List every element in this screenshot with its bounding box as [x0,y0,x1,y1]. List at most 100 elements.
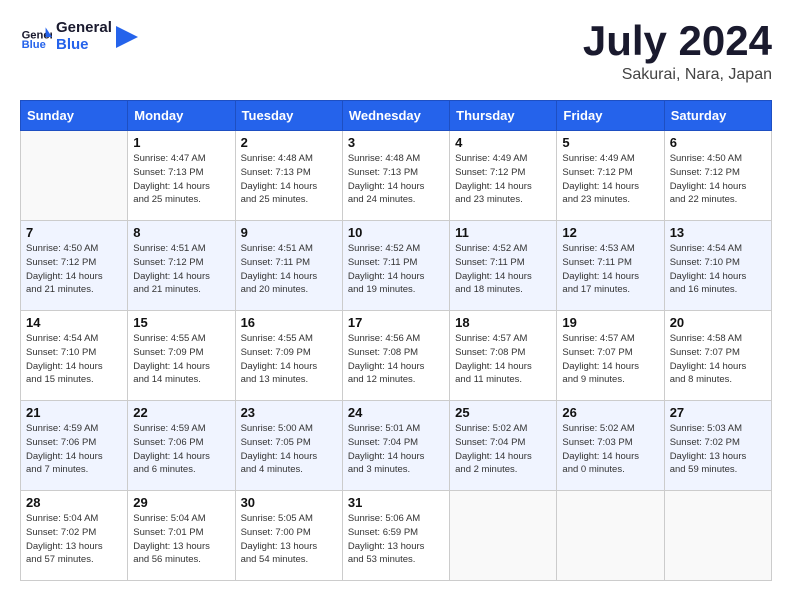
calendar-cell: 27Sunrise: 5:03 AM Sunset: 7:02 PM Dayli… [664,401,771,491]
cell-info: Sunrise: 4:49 AM Sunset: 7:12 PM Dayligh… [562,152,658,207]
cell-info: Sunrise: 4:54 AM Sunset: 7:10 PM Dayligh… [670,242,766,297]
cell-info: Sunrise: 4:47 AM Sunset: 7:13 PM Dayligh… [133,152,229,207]
calendar-cell: 2Sunrise: 4:48 AM Sunset: 7:13 PM Daylig… [235,131,342,221]
cell-info: Sunrise: 5:05 AM Sunset: 7:00 PM Dayligh… [241,512,337,567]
logo-general: General [56,20,112,37]
day-number: 19 [562,315,658,330]
day-number: 12 [562,225,658,240]
calendar-week-row: 28 Sunrise: 5:04 AM Sunset: 7:02 PM Dayli… [21,491,772,581]
day-number: 2 [241,135,337,150]
calendar-cell: 12 Sunrise: 4:53 AM Sunset: 7:11 PM Dayli… [557,221,664,311]
calendar-cell: 20 Sunrise: 4:58 AM Sunset: 7:07 PM Dayli… [664,311,771,401]
cell-info: Sunrise: 4:59 AM Sunset: 7:06 PM Dayligh… [26,422,122,477]
day-number: 11 [455,225,551,240]
cell-info: Sunrise: 4:54 AM Sunset: 7:10 PM Dayligh… [26,332,122,387]
col-header-friday: Friday [557,101,664,131]
calendar-cell: 16 Sunrise: 4:55 AM Sunset: 7:09 PM Dayli… [235,311,342,401]
day-number: 20 [670,315,766,330]
calendar-cell [664,491,771,581]
cell-info: Sunrise: 5:04 AM Sunset: 7:02 PM Dayligh… [26,512,122,567]
day-number: 10 [348,225,444,240]
calendar-header-row: SundayMondayTuesdayWednesdayThursdayFrid… [21,101,772,131]
month-title: July 2024 [583,20,772,62]
day-number: 18 [455,315,551,330]
calendar-cell: 5 Sunrise: 4:49 AM Sunset: 7:12 PM Daylig… [557,131,664,221]
day-number: 14 [26,315,122,330]
day-number: 4 [455,135,551,150]
calendar-cell: 8 Sunrise: 4:51 AM Sunset: 7:12 PM Daylig… [128,221,235,311]
cell-info: Sunrise: 4:55 AM Sunset: 7:09 PM Dayligh… [241,332,337,387]
calendar-cell: 31 Sunrise: 5:06 AM Sunset: 6:59 PM Dayli… [342,491,449,581]
calendar-cell: 29Sunrise: 5:04 AM Sunset: 7:01 PM Dayli… [128,491,235,581]
calendar-cell: 10 Sunrise: 4:52 AM Sunset: 7:11 PM Dayli… [342,221,449,311]
calendar-cell: 15 Sunrise: 4:55 AM Sunset: 7:09 PM Dayli… [128,311,235,401]
cell-info: Sunrise: 4:52 AM Sunset: 7:11 PM Dayligh… [348,242,444,297]
calendar-week-row: 1 Sunrise: 4:47 AM Sunset: 7:13 PM Daylig… [21,131,772,221]
calendar-cell [21,131,128,221]
cell-info: Sunrise: 4:49 AM Sunset: 7:12 PM Dayligh… [455,152,551,207]
cell-info: Sunrise: 4:48 AM Sunset: 7:13 PM Dayligh… [348,152,444,207]
day-number: 21 [26,405,122,420]
col-header-thursday: Thursday [450,101,557,131]
day-number: 17 [348,315,444,330]
calendar-table: SundayMondayTuesdayWednesdayThursdayFrid… [20,100,772,581]
calendar-cell: 1 Sunrise: 4:47 AM Sunset: 7:13 PM Daylig… [128,131,235,221]
cell-info: Sunrise: 4:59 AM Sunset: 7:06 PM Dayligh… [133,422,229,477]
logo-arrow-icon [116,26,138,48]
calendar-cell: 30 Sunrise: 5:05 AM Sunset: 7:00 PM Dayli… [235,491,342,581]
calendar-cell: 24Sunrise: 5:01 AM Sunset: 7:04 PM Dayli… [342,401,449,491]
calendar-cell: 13Sunrise: 4:54 AM Sunset: 7:10 PM Dayli… [664,221,771,311]
col-header-wednesday: Wednesday [342,101,449,131]
calendar-cell: 26Sunrise: 5:02 AM Sunset: 7:03 PM Dayli… [557,401,664,491]
day-number: 25 [455,405,551,420]
calendar-cell: 4 Sunrise: 4:49 AM Sunset: 7:12 PM Daylig… [450,131,557,221]
col-header-monday: Monday [128,101,235,131]
day-number: 7 [26,225,122,240]
calendar-week-row: 7Sunrise: 4:50 AM Sunset: 7:12 PM Daylig… [21,221,772,311]
day-number: 29 [133,495,229,510]
day-number: 31 [348,495,444,510]
day-number: 28 [26,495,122,510]
calendar-cell [557,491,664,581]
calendar-cell: 17 Sunrise: 4:56 AM Sunset: 7:08 PM Dayli… [342,311,449,401]
calendar-week-row: 21 Sunrise: 4:59 AM Sunset: 7:06 PM Dayli… [21,401,772,491]
cell-info: Sunrise: 5:03 AM Sunset: 7:02 PM Dayligh… [670,422,766,477]
day-number: 16 [241,315,337,330]
col-header-saturday: Saturday [664,101,771,131]
day-number: 15 [133,315,229,330]
day-number: 5 [562,135,658,150]
cell-info: Sunrise: 4:51 AM Sunset: 7:12 PM Dayligh… [133,242,229,297]
cell-info: Sunrise: 5:00 AM Sunset: 7:05 PM Dayligh… [241,422,337,477]
day-number: 30 [241,495,337,510]
calendar-cell: 18Sunrise: 4:57 AM Sunset: 7:08 PM Dayli… [450,311,557,401]
cell-info: Sunrise: 4:58 AM Sunset: 7:07 PM Dayligh… [670,332,766,387]
cell-info: Sunrise: 4:50 AM Sunset: 7:12 PM Dayligh… [670,152,766,207]
calendar-cell: 3Sunrise: 4:48 AM Sunset: 7:13 PM Daylig… [342,131,449,221]
cell-info: Sunrise: 4:52 AM Sunset: 7:11 PM Dayligh… [455,242,551,297]
calendar-cell: 23Sunrise: 5:00 AM Sunset: 7:05 PM Dayli… [235,401,342,491]
location: Sakurai, Nara, Japan [583,66,772,84]
logo: General Blue General Blue [20,20,138,53]
day-number: 9 [241,225,337,240]
day-number: 1 [133,135,229,150]
cell-info: Sunrise: 5:06 AM Sunset: 6:59 PM Dayligh… [348,512,444,567]
svg-text:Blue: Blue [22,39,46,51]
cell-info: Sunrise: 5:02 AM Sunset: 7:04 PM Dayligh… [455,422,551,477]
cell-info: Sunrise: 4:51 AM Sunset: 7:11 PM Dayligh… [241,242,337,297]
cell-info: Sunrise: 4:55 AM Sunset: 7:09 PM Dayligh… [133,332,229,387]
calendar-week-row: 14 Sunrise: 4:54 AM Sunset: 7:10 PM Dayli… [21,311,772,401]
calendar-cell: 21 Sunrise: 4:59 AM Sunset: 7:06 PM Dayli… [21,401,128,491]
day-number: 24 [348,405,444,420]
cell-info: Sunrise: 5:02 AM Sunset: 7:03 PM Dayligh… [562,422,658,477]
logo-icon: General Blue [20,21,52,53]
cell-info: Sunrise: 4:53 AM Sunset: 7:11 PM Dayligh… [562,242,658,297]
day-number: 6 [670,135,766,150]
col-header-sunday: Sunday [21,101,128,131]
page-header: General Blue General Blue July 2024 Saku… [20,20,772,84]
day-number: 8 [133,225,229,240]
cell-info: Sunrise: 4:56 AM Sunset: 7:08 PM Dayligh… [348,332,444,387]
calendar-cell: 9 Sunrise: 4:51 AM Sunset: 7:11 PM Daylig… [235,221,342,311]
calendar-cell: 7Sunrise: 4:50 AM Sunset: 7:12 PM Daylig… [21,221,128,311]
calendar-cell: 25 Sunrise: 5:02 AM Sunset: 7:04 PM Dayli… [450,401,557,491]
logo-blue: Blue [56,37,112,54]
